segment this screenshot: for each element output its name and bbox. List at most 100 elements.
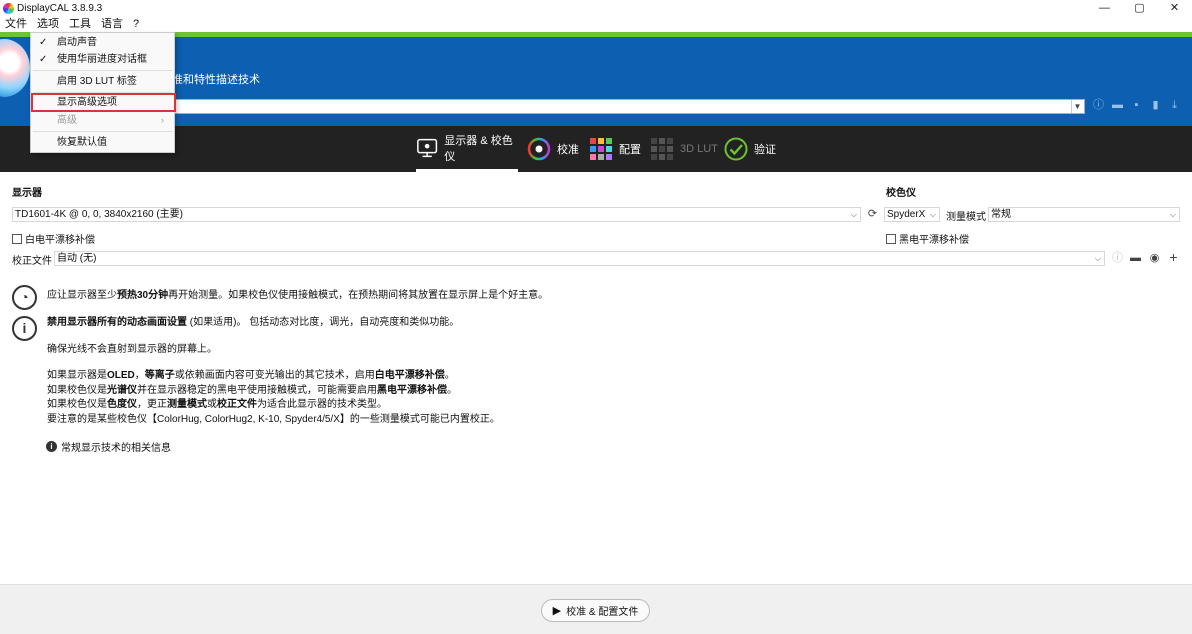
info-link-label[interactable]: 常规显示技术的相关信息 bbox=[61, 439, 171, 454]
hint-text: 如果校色仪是 bbox=[47, 399, 107, 410]
menu-language[interactable]: 语言 bbox=[96, 17, 128, 32]
correction-select-value: 自动 (无) bbox=[57, 253, 97, 264]
lut-cube-icon bbox=[651, 138, 673, 160]
hint-text: 再开始测量。如果校色仪使用接触模式，在预热期间将其放置在显示屏上是个好主意。 bbox=[168, 290, 549, 301]
menu-item-label: 启动声音 bbox=[57, 37, 97, 48]
display-select[interactable]: TD1601-4K @ 0, 0, 3840x2160 (主要) ⌵ bbox=[12, 207, 861, 222]
close-button[interactable]: ✕ bbox=[1157, 0, 1192, 17]
color-grid-icon bbox=[590, 138, 612, 160]
correction-label: 校正文件 bbox=[12, 256, 52, 267]
tab-label: 配置 bbox=[619, 144, 641, 156]
calibrate-profile-button[interactable]: ▶ 校准 & 配置文件 bbox=[541, 599, 650, 622]
window-title: DisplayCAL 3.8.9.3 bbox=[17, 3, 103, 14]
hint-text: 或依赖画面内容可变光输出的其它技术，启用 bbox=[174, 370, 375, 381]
menu-options[interactable]: 选项 bbox=[32, 17, 64, 32]
checkbox-box[interactable] bbox=[886, 233, 896, 244]
chevron-down-icon: ⌵ bbox=[1169, 210, 1176, 219]
menu-item-label: 高级 bbox=[57, 115, 77, 126]
instrument-section-label: 校色仪 bbox=[886, 188, 916, 199]
info-link[interactable]: i 常规显示技术的相关信息 bbox=[46, 439, 171, 454]
hint-note: 要注意的是某些校色仪【ColorHug, ColorHug2, K-10, Sp… bbox=[47, 414, 500, 425]
open-folder-icon[interactable]: ▬ bbox=[1129, 252, 1142, 265]
chevron-right-icon: › bbox=[161, 115, 164, 125]
play-icon: ▶ bbox=[552, 605, 562, 617]
globe-icon[interactable]: ◉ bbox=[1148, 252, 1161, 265]
menu-item-show-advanced[interactable]: 显示高级选项 bbox=[31, 93, 176, 112]
checkmark-circle-icon bbox=[724, 137, 748, 161]
menu-item-advanced[interactable]: 高级 › bbox=[31, 112, 174, 129]
hint-bold: 白电平漂移补偿 bbox=[374, 370, 445, 381]
add-icon[interactable]: + bbox=[1167, 250, 1180, 264]
hint-bold: 测量模式 bbox=[167, 399, 207, 410]
checkmark-icon: ✓ bbox=[39, 37, 48, 48]
monitor-icon bbox=[417, 138, 438, 157]
hint-text: ，更正 bbox=[137, 399, 167, 410]
hint-bold: 等离子 bbox=[144, 370, 175, 381]
chevron-down-icon: ⌵ bbox=[929, 210, 936, 219]
menu-item-3dlut-tab[interactable]: 启用 3D LUT 标签 bbox=[31, 73, 174, 90]
tab-verification[interactable]: 验证 bbox=[724, 126, 776, 172]
window-controls: — ▢ ✕ bbox=[1087, 0, 1192, 17]
info-icon[interactable]: ⓘ bbox=[1092, 99, 1105, 112]
menu-help[interactable]: ? bbox=[128, 17, 144, 32]
hints-area: ◔ 应让显示器至少预热30分钟再开始测量。如果校色仪使用接触模式，在预热期间将其… bbox=[0, 284, 1192, 584]
hint-text: ， bbox=[134, 370, 145, 381]
footer-bar: ▶ 校准 & 配置文件 bbox=[0, 584, 1192, 634]
maximize-button[interactable]: ▢ bbox=[1122, 0, 1157, 17]
measurement-mode-select[interactable]: 常规 ⌵ bbox=[988, 207, 1180, 222]
refresh-icon[interactable]: ⟳ bbox=[866, 208, 879, 221]
hint-dynamic: 禁用显示器所有的动态画面设置 (如果适用)。 包括动态对比度，调光，自动亮度和类… bbox=[47, 316, 459, 330]
instrument-select[interactable]: SpyderX ⌵ bbox=[884, 207, 940, 222]
settings-profile-select[interactable]: ▼ bbox=[172, 99, 1085, 114]
open-folder-icon[interactable]: ▬ bbox=[1111, 99, 1124, 112]
white-drift-checkbox[interactable]: 白电平漂移补偿 bbox=[12, 231, 95, 246]
tab-label: 显示器 & 校色仪 bbox=[444, 134, 513, 163]
checkbox-box[interactable] bbox=[12, 233, 22, 244]
main-panel: 显示器 TD1601-4K @ 0, 0, 3840x2160 (主要) ⌵ 白… bbox=[0, 172, 1192, 584]
download-icon[interactable]: ⤓ bbox=[1168, 99, 1181, 112]
clock-icon: ◔ bbox=[12, 285, 37, 310]
display-section-label: 显示器 bbox=[12, 188, 42, 199]
hint-text: 为适合此显示器的技术类型。 bbox=[257, 399, 387, 410]
tab-profiling[interactable]: 配置 bbox=[589, 126, 641, 172]
hint-bold: 预热30分钟 bbox=[117, 290, 169, 301]
tab-label: 校准 bbox=[557, 144, 579, 156]
menu-item-restore-defaults[interactable]: 恢复默认值 bbox=[31, 134, 174, 151]
hint-text: 或 bbox=[207, 399, 217, 410]
displaycal-logo bbox=[0, 39, 30, 97]
black-drift-checkbox[interactable]: 黑电平漂移补偿 bbox=[886, 231, 969, 246]
hint-bold: 黑电平漂移补偿 bbox=[377, 385, 447, 396]
hint-spectro: 如果校色仪是光谱仪并在显示器稳定的黑电平使用接触模式，可能需要启用黑电平漂移补偿… bbox=[47, 384, 457, 398]
hint-text: (如果适用)。 包括动态对比度，调光，自动亮度和类似功能。 bbox=[187, 317, 460, 328]
tab-label: 验证 bbox=[754, 144, 776, 156]
menu-file[interactable]: 文件 bbox=[0, 17, 32, 32]
menu-item-label: 使用华丽进度对话框 bbox=[57, 54, 147, 65]
tab-3dlut[interactable]: 3D LUT bbox=[650, 126, 718, 172]
checkbox-label: 黑电平漂移补偿 bbox=[899, 235, 969, 246]
menu-separator bbox=[33, 131, 172, 132]
menu-item-fancy-progress[interactable]: ✓ 使用华丽进度对话框 bbox=[31, 51, 174, 68]
hint-text: 。 bbox=[447, 385, 457, 396]
hint-colorimeter: 如果校色仪是色度仪，更正测量模式或校正文件为适合此显示器的技术类型。 bbox=[47, 398, 387, 412]
chevron-down-icon: ⌵ bbox=[850, 210, 857, 219]
hint-text: 应让显示器至少 bbox=[47, 290, 117, 301]
display-select-value: TD1601-4K @ 0, 0, 3840x2160 (主要) bbox=[15, 209, 184, 220]
title-bar: DisplayCAL 3.8.9.3 — ▢ ✕ bbox=[0, 0, 1192, 17]
instrument-select-value: SpyderX bbox=[887, 209, 926, 220]
correction-select[interactable]: 自动 (无) ⌵ bbox=[54, 251, 1105, 266]
chevron-down-icon[interactable]: ▼ bbox=[1071, 100, 1083, 113]
app-logo-icon bbox=[3, 3, 14, 14]
hint-bold: 禁用显示器所有的动态画面设置 bbox=[47, 317, 187, 328]
save-icon[interactable]: ▪ bbox=[1130, 99, 1143, 112]
delete-icon[interactable]: ▮ bbox=[1149, 99, 1162, 112]
menu-bar: 文件 选项 工具 语言 ? bbox=[0, 17, 1192, 32]
accent-line bbox=[0, 32, 1192, 37]
options-menu: ✓ 启动声音 ✓ 使用华丽进度对话框 启用 3D LUT 标签 显示高级选项 高… bbox=[30, 32, 176, 153]
info-icon[interactable]: ⓘ bbox=[1111, 252, 1124, 265]
menu-separator bbox=[33, 70, 172, 71]
menu-tools[interactable]: 工具 bbox=[64, 17, 96, 32]
menu-item-startup-sound[interactable]: ✓ 启动声音 bbox=[31, 34, 174, 51]
tab-calibration[interactable]: 校准 bbox=[527, 126, 579, 172]
minimize-button[interactable]: — bbox=[1087, 0, 1122, 17]
tab-display-instrument[interactable]: 显示器 & 校色仪 bbox=[416, 126, 518, 172]
